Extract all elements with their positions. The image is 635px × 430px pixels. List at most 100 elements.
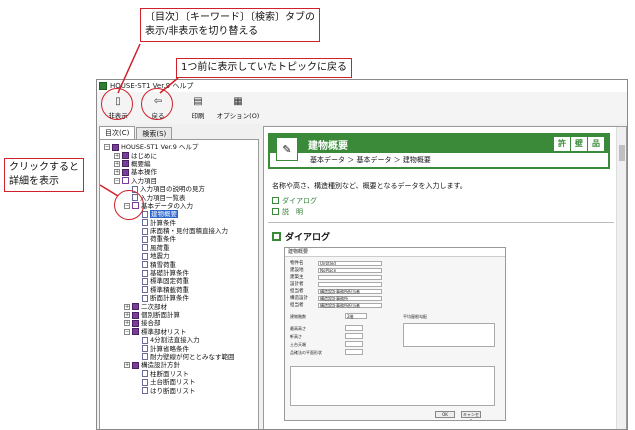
print-button[interactable]: ▤ 印刷 bbox=[181, 92, 215, 122]
tree-node[interactable]: − HOUSE-ST1 Ver.9 ヘルプ bbox=[100, 143, 258, 151]
options-button-label: オプション(O) bbox=[216, 112, 260, 120]
square-bullet-icon bbox=[272, 208, 279, 215]
nav-tabs: 目次(C) 検索(S) bbox=[99, 126, 261, 139]
tree-node[interactable]: 計算条件 bbox=[100, 219, 258, 227]
dialog-field-value bbox=[318, 281, 382, 287]
tree-node-label: 耐力壁線が何ととみなす範囲 bbox=[150, 352, 235, 361]
dialog-field-row: 担当者 構造設計事務所担当者 bbox=[290, 288, 382, 294]
tree-node-label: はじめに bbox=[131, 151, 157, 160]
spacer bbox=[134, 286, 140, 293]
spacer bbox=[134, 337, 140, 344]
expand-icon[interactable]: + bbox=[114, 160, 120, 167]
tree-node-label: 土台断面リスト bbox=[150, 378, 196, 387]
expand-icon[interactable]: + bbox=[114, 169, 120, 176]
print-button-label: 印刷 bbox=[191, 112, 205, 120]
dialog-field-row: 物件名 Untitled bbox=[290, 260, 382, 266]
link-dialog[interactable]: ダイアログ bbox=[272, 195, 317, 206]
topic-links: ダイアログ 説 明 bbox=[272, 195, 317, 217]
collapse-icon[interactable]: − bbox=[104, 144, 110, 151]
divider bbox=[268, 222, 614, 223]
book-icon bbox=[132, 303, 139, 311]
tree-node-label: 入力項目一覧表 bbox=[140, 193, 186, 202]
tree-node-label: 基本操作 bbox=[131, 168, 157, 177]
tree-node[interactable]: + はじめに bbox=[100, 151, 258, 160]
tree-node[interactable]: 標準固定荷重 bbox=[100, 277, 258, 285]
book-icon bbox=[132, 328, 139, 336]
collapse-icon[interactable]: − bbox=[124, 328, 130, 335]
tree-node[interactable]: + 概要編 bbox=[100, 160, 258, 168]
tree-node-label: 標準固定荷重 bbox=[150, 277, 189, 286]
tree-node[interactable]: 荷重条件 bbox=[100, 235, 258, 243]
topic-header: ✎ 建物概要 許 壁 品 基本データ ＞ 基本データ ＞ 建物概要 bbox=[268, 133, 610, 169]
options-button[interactable]: ▦ オプション(O) bbox=[217, 92, 260, 122]
collapse-icon[interactable]: − bbox=[114, 177, 120, 184]
page-icon bbox=[142, 286, 148, 294]
topic-header-bar: ✎ 建物概要 許 壁 品 bbox=[270, 135, 608, 161]
expand-icon[interactable]: + bbox=[124, 303, 130, 310]
chip-hin: 品 bbox=[588, 137, 604, 151]
book-icon bbox=[112, 143, 119, 151]
tree-node[interactable]: + 個別断面計算 bbox=[100, 311, 258, 319]
tree-node[interactable]: − 標準部材リスト bbox=[100, 328, 258, 336]
expand-icon[interactable]: + bbox=[114, 152, 120, 159]
dialog-field-row: 設計者 bbox=[290, 281, 382, 287]
tree-node-label: 基礎計算条件 bbox=[150, 269, 189, 278]
scrollbar-thumb[interactable] bbox=[619, 145, 625, 161]
dialog-field-row: 担当者 構造設計事務所担当者 bbox=[290, 302, 382, 308]
printer-icon: ▤ bbox=[193, 96, 203, 107]
tree-node[interactable]: 4分割法直接入力 bbox=[100, 336, 258, 344]
page-icon bbox=[142, 345, 148, 353]
tree-node[interactable]: + 二次部材 bbox=[100, 302, 258, 311]
dialog-label-base: 品確法の平面形状 bbox=[290, 350, 322, 355]
dialog-floor-box bbox=[345, 341, 363, 347]
expand-icon[interactable]: + bbox=[124, 320, 130, 327]
dialog-eaves-box bbox=[345, 333, 363, 339]
app-icon bbox=[99, 82, 107, 90]
book-icon bbox=[122, 160, 129, 168]
tree-node[interactable]: 断面計算条件 bbox=[100, 294, 258, 302]
spacer bbox=[134, 278, 140, 285]
expand-icon[interactable]: + bbox=[124, 362, 130, 369]
page-icon bbox=[142, 294, 148, 302]
annotation-circle-hide bbox=[101, 88, 133, 120]
link-dialog-label: ダイアログ bbox=[282, 196, 317, 205]
spacer bbox=[134, 379, 140, 386]
spacer bbox=[134, 295, 140, 302]
tree-node[interactable]: 耐力壁線が何ととみなす範囲 bbox=[100, 353, 258, 361]
expand-icon[interactable]: + bbox=[124, 312, 130, 318]
tree-node-label: 接合部 bbox=[141, 319, 161, 328]
tree-node[interactable]: 床面積・見付面積直接入力 bbox=[100, 227, 258, 235]
tree-node[interactable]: 土台断面リスト bbox=[100, 378, 258, 386]
tree-node[interactable]: 標準積載荷重 bbox=[100, 286, 258, 294]
spacer bbox=[134, 228, 140, 235]
dialog-label-floor: 土台天端 bbox=[290, 342, 306, 347]
tree-node-label: 概要編 bbox=[131, 159, 151, 168]
link-explanation[interactable]: 説 明 bbox=[272, 206, 317, 217]
tree-node[interactable]: 風荷重 bbox=[100, 244, 258, 252]
tree-node[interactable]: 積雪荷重 bbox=[100, 260, 258, 269]
tree-node[interactable]: はり断面リスト bbox=[100, 386, 258, 395]
tree-node[interactable]: + 基本操作 bbox=[100, 168, 258, 176]
tree-node[interactable]: 地震力 bbox=[100, 252, 258, 260]
tree-node[interactable]: 基礎計算条件 bbox=[100, 269, 258, 277]
page-icon bbox=[142, 210, 148, 218]
tree-node[interactable]: + 接合部 bbox=[100, 319, 258, 327]
toolbar: ▯ 非表示 ⇦ 戻る ▤ 印刷 ▦ オプション(O) bbox=[97, 92, 627, 124]
tab-contents[interactable]: 目次(C) bbox=[99, 126, 136, 139]
tree-node[interactable]: + 構造設計方針 bbox=[100, 361, 258, 369]
topic-chips: 許 壁 品 bbox=[553, 137, 604, 151]
tree-node[interactable]: 計算省略条件 bbox=[100, 344, 258, 353]
section-heading-label: ダイアログ bbox=[285, 233, 331, 243]
dialog-top-box bbox=[345, 325, 363, 331]
tree-node[interactable]: 柱断面リスト bbox=[100, 370, 258, 378]
topic-pane: ✎ 建物概要 許 壁 品 基本データ ＞ 基本データ ＞ 建物概要 名称や高さ、… bbox=[263, 126, 627, 429]
vertical-scrollbar[interactable] bbox=[616, 127, 626, 429]
page-icon bbox=[142, 235, 148, 243]
dialog-field-label: 建設地 bbox=[290, 268, 304, 273]
tree-node[interactable]: − 入力項目 bbox=[100, 177, 258, 185]
dialog-story-table bbox=[290, 366, 495, 406]
dialog-pitch-table bbox=[403, 323, 495, 347]
tab-search[interactable]: 検索(S) bbox=[136, 127, 173, 139]
open-book-icon bbox=[122, 177, 129, 185]
book-icon bbox=[132, 361, 139, 369]
